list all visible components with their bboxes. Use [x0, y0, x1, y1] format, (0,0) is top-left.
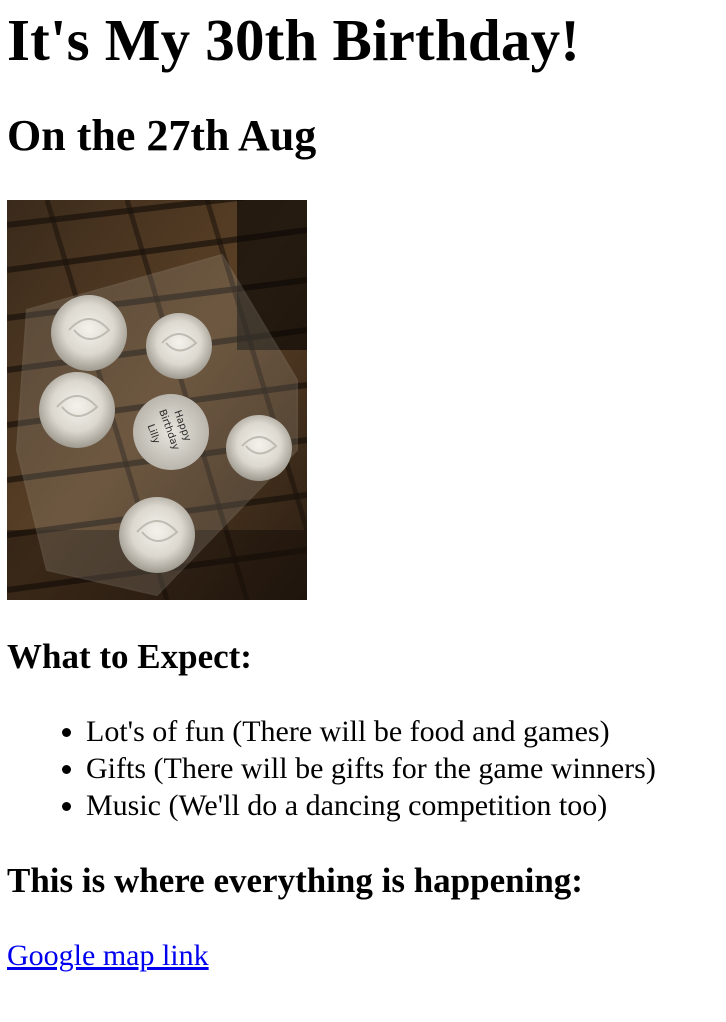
page-content: It's My 30th Birthday! On the 27th Aug H…: [0, 0, 726, 974]
location-heading: This is where everything is happening:: [7, 861, 583, 900]
page-title: It's My 30th Birthday!: [7, 7, 581, 73]
page-subtitle: On the 27th Aug: [7, 111, 317, 160]
expect-list: Lot's of fun (There will be food and gam…: [7, 713, 719, 824]
google-map-link[interactable]: Google map link: [7, 937, 209, 974]
list-item: Gifts (There will be gifts for the game …: [86, 750, 719, 787]
expect-heading: What to Expect:: [7, 637, 252, 676]
list-item: Lot's of fun (There will be food and gam…: [86, 713, 719, 750]
cupcakes-photo: Happy Birthday Lilly: [7, 200, 307, 600]
list-item: Music (We'll do a dancing competition to…: [86, 787, 719, 824]
